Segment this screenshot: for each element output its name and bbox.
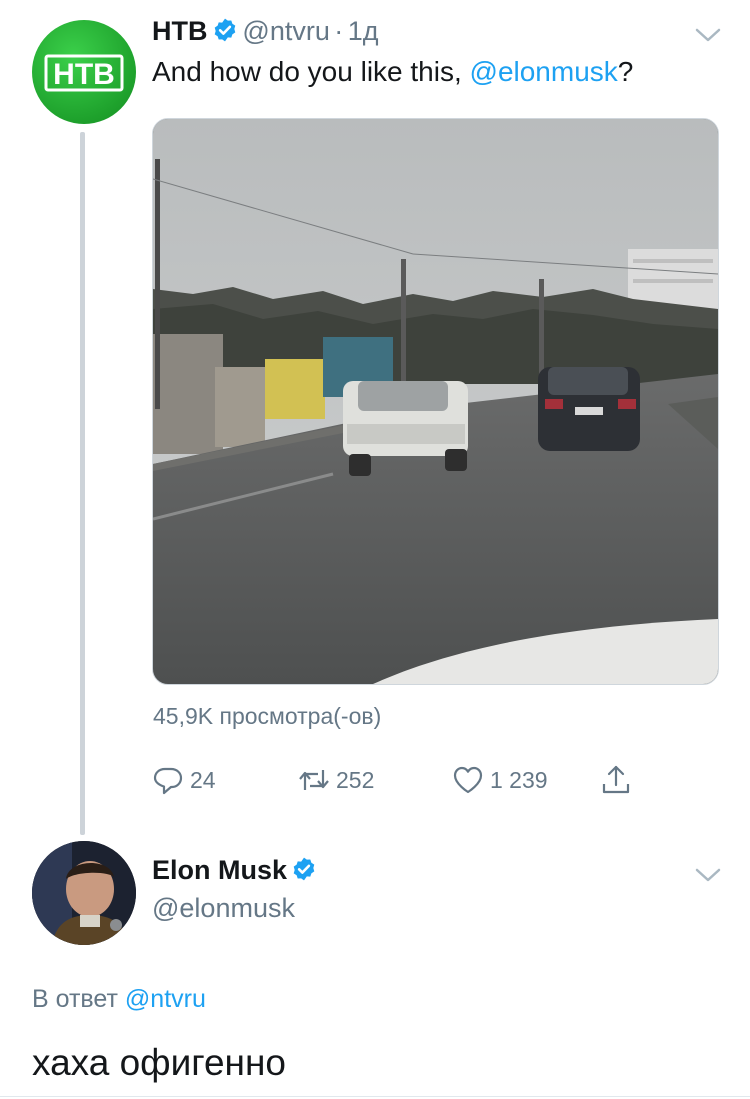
ntv-avatar[interactable]: НТВ — [32, 20, 136, 124]
tweet-video[interactable] — [152, 118, 719, 685]
tweet-time[interactable]: 1д — [348, 16, 379, 46]
reply-icon — [153, 767, 183, 795]
tweet-header: НТВ @ntvru · 1д — [152, 16, 379, 47]
reply-author-name[interactable]: Elon Musk — [152, 855, 287, 885]
share-icon — [602, 765, 630, 794]
mention-link[interactable]: @elonmusk — [470, 56, 618, 87]
reply-button[interactable]: 24 — [152, 762, 216, 798]
like-button[interactable]: 1 239 — [452, 762, 548, 798]
reply-text: хаха офигенно — [32, 1042, 286, 1083]
replying-to-label: В ответ — [32, 985, 118, 1013]
chevron-down-icon[interactable] — [694, 26, 722, 44]
view-count: 45,9K просмотра(-ов) — [153, 703, 382, 729]
author-name[interactable]: НТВ — [152, 16, 208, 46]
tweet-text: And how do you like this, @elonmusk? — [152, 56, 633, 88]
author-handle[interactable]: @ntvru — [242, 16, 329, 46]
retweet-button[interactable]: 252 — [298, 762, 374, 798]
replying-to-handle[interactable]: @ntvru — [125, 985, 206, 1013]
avatar-photo — [32, 841, 136, 945]
retweet-count: 252 — [336, 766, 375, 793]
time-separator: · — [334, 16, 344, 46]
video-frame — [153, 119, 718, 684]
reply-count: 24 — [190, 766, 216, 793]
tweet-text-end: ? — [617, 56, 634, 87]
svg-text:НТВ: НТВ — [53, 58, 115, 91]
reply-header: Elon Musk — [152, 855, 317, 886]
reply-author-handle[interactable]: @elonmusk — [152, 893, 295, 924]
elon-musk-avatar[interactable] — [32, 841, 136, 945]
verified-badge-icon — [294, 857, 315, 881]
divider — [0, 1096, 750, 1097]
retweet-icon — [299, 770, 329, 790]
like-icon — [453, 766, 483, 794]
thread-connector-line — [80, 132, 85, 835]
chevron-down-icon[interactable] — [694, 866, 722, 884]
like-count: 1 239 — [490, 766, 548, 793]
ntv-logo: НТВ — [44, 54, 124, 92]
verified-badge-icon — [214, 18, 236, 42]
share-button[interactable] — [600, 762, 632, 798]
replying-to: В ответ @ntvru — [32, 985, 206, 1014]
tweet-text-body: And how do you like this, — [152, 56, 470, 87]
